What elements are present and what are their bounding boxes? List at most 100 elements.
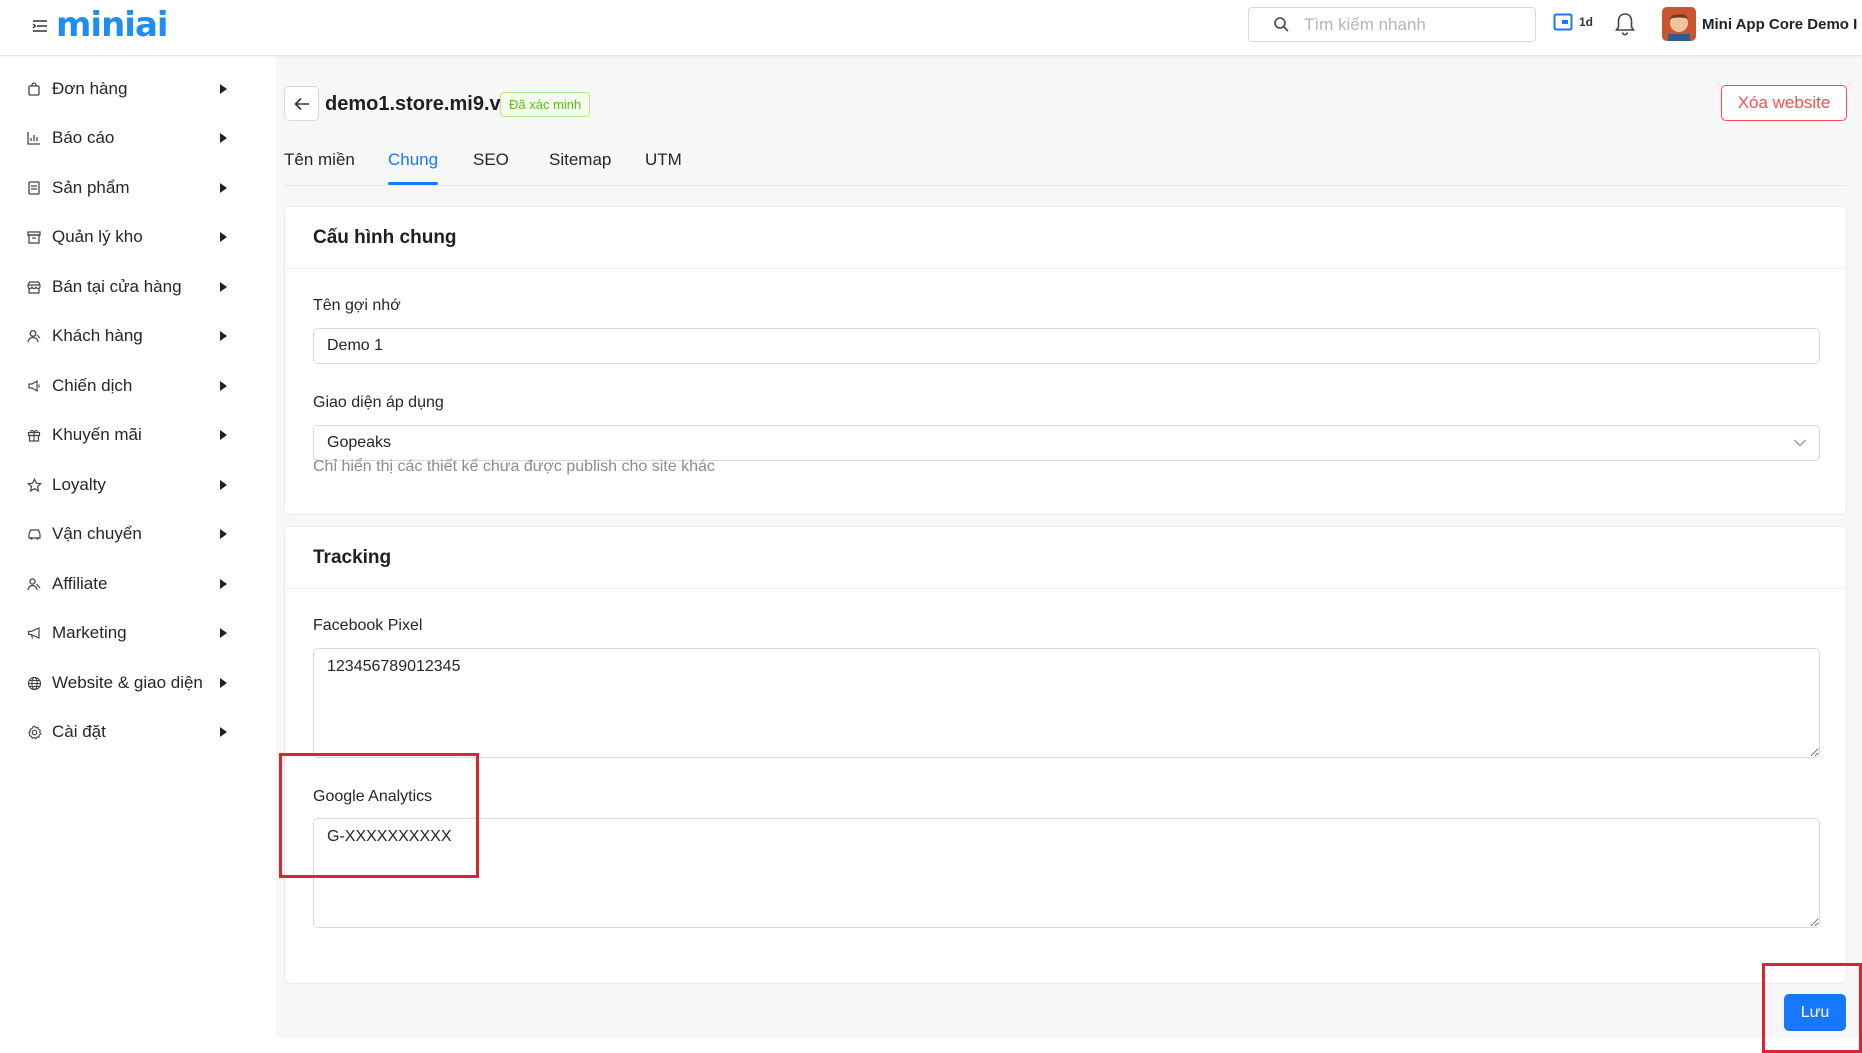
tab-seo[interactable]: SEO [473, 150, 509, 170]
nickname-label: Tên gợi nhớ [313, 297, 401, 314]
bar-chart-icon [26, 130, 42, 146]
users-icon [26, 576, 42, 592]
sidebar-item-label: Marketing [52, 623, 127, 642]
sidebar-item-label: Website & giao diện [52, 673, 203, 692]
back-button[interactable] [284, 86, 319, 121]
save-button[interactable]: Lưu [1784, 994, 1846, 1031]
list-icon [26, 180, 42, 196]
archive-icon [26, 229, 42, 245]
theme-help-text: Chỉ hiển thị các thiết kế chưa được publ… [313, 458, 715, 475]
sidebar-item-campaigns[interactable]: Chiến dịch [0, 363, 276, 409]
sidebar-item-label: Vận chuyển [52, 524, 142, 543]
tab-sitemap[interactable]: Sitemap [549, 150, 611, 170]
menu-toggle-icon[interactable] [30, 16, 50, 36]
caret-right-icon [220, 529, 227, 539]
caret-right-icon [220, 282, 227, 292]
caret-right-icon [220, 430, 227, 440]
sidebar-item-orders[interactable]: Đơn hàng [0, 66, 276, 112]
sidebar-item-inventory[interactable]: Quản lý kho [0, 214, 276, 260]
theme-select-value: Gopeaks [327, 434, 392, 451]
card-title: Tracking [285, 527, 1846, 589]
sidebar-item-label: Đơn hàng [52, 79, 128, 98]
tab-utm[interactable]: UTM [645, 150, 682, 170]
sidebar-item-label: Cài đặt [52, 722, 106, 741]
chevron-down-icon [1794, 439, 1806, 447]
sidebar: Đơn hàng Báo cáo Sản phẩm Quản lý kho Bá… [0, 56, 276, 1053]
google-analytics-textarea[interactable]: G-XXXXXXXXXX [313, 818, 1820, 928]
brand-logo[interactable]: miniai [56, 5, 169, 45]
tracking-card: Tracking Facebook Pixel 123456789012345 … [284, 526, 1847, 984]
main-content: demo1.store.mi9.vn Đã xác minh Xóa websi… [276, 56, 1862, 1038]
sidebar-item-loyalty[interactable]: Loyalty [0, 462, 276, 508]
store-icon [26, 279, 42, 295]
search-input[interactable] [1304, 14, 1524, 35]
active-tab-indicator [388, 182, 438, 185]
caret-right-icon [220, 678, 227, 688]
sidebar-item-label: Khách hàng [52, 326, 143, 345]
arrow-left-icon [293, 97, 309, 110]
sidebar-item-shipping[interactable]: Vận chuyển [0, 511, 276, 557]
sidebar-item-products[interactable]: Sản phẩm [0, 165, 276, 211]
megaphone-icon [26, 378, 42, 394]
sidebar-item-customers[interactable]: Khách hàng [0, 313, 276, 359]
sidebar-item-label: Báo cáo [52, 128, 115, 147]
nickname-input[interactable] [313, 328, 1820, 364]
gear-icon [26, 724, 42, 740]
sidebar-item-marketing[interactable]: Marketing [0, 610, 276, 656]
caret-right-icon [220, 133, 227, 143]
sidebar-item-label: Affiliate [52, 574, 108, 593]
general-config-card: Cấu hình chung Tên gợi nhớ Giao diện áp … [284, 206, 1847, 515]
sidebar-item-settings[interactable]: Cài đặt [0, 709, 276, 755]
globe-icon [26, 675, 42, 691]
bell-icon[interactable] [1613, 11, 1637, 42]
caret-right-icon [220, 480, 227, 490]
shopping-bag-icon [26, 81, 42, 97]
theme-select[interactable]: Gopeaks [313, 425, 1820, 461]
caret-right-icon [220, 183, 227, 193]
sidebar-item-label: Quản lý kho [52, 227, 143, 246]
caret-right-icon [220, 579, 227, 589]
sidebar-item-label: Bán tại cửa hàng [52, 277, 182, 296]
caret-right-icon [220, 84, 227, 94]
theme-label: Giao diện áp dụng [313, 394, 444, 411]
delete-website-button[interactable]: Xóa website [1721, 85, 1847, 121]
sidebar-item-label: Chiến dịch [52, 376, 133, 395]
caret-right-icon [220, 628, 227, 638]
caret-right-icon [220, 727, 227, 737]
sidebar-item-reports[interactable]: Báo cáo [0, 115, 276, 161]
megaphone-icon [26, 625, 42, 641]
gift-icon [26, 427, 42, 443]
tab-general[interactable]: Chung [388, 150, 438, 170]
sidebar-item-label: Sản phẩm [52, 178, 130, 197]
facebook-pixel-label: Facebook Pixel [313, 617, 423, 634]
user-icon [26, 328, 42, 344]
tab-domain[interactable]: Tên miền [284, 150, 355, 170]
sidebar-item-affiliate[interactable]: Affiliate [0, 561, 276, 607]
sidebar-item-label: Loyalty [52, 475, 106, 494]
sidebar-item-pos[interactable]: Bán tại cửa hàng [0, 264, 276, 310]
card-title: Cấu hình chung [285, 207, 1846, 269]
caret-right-icon [220, 331, 227, 341]
search-icon [1274, 17, 1289, 32]
credit-indicator[interactable]: 1d [1553, 13, 1593, 31]
page-title: demo1.store.mi9.vn [325, 93, 513, 115]
top-header: miniai 1d Mini App Core Demo I [0, 0, 1862, 56]
user-name: Mini App Core Demo I [1702, 15, 1858, 33]
car-icon [26, 526, 42, 542]
avatar [1662, 7, 1696, 41]
sidebar-item-promotions[interactable]: Khuyến mãi [0, 412, 276, 458]
wallet-icon [1553, 13, 1573, 31]
user-menu[interactable]: Mini App Core Demo I [1662, 7, 1857, 41]
star-icon [26, 477, 42, 493]
facebook-pixel-textarea[interactable]: 123456789012345 [313, 648, 1820, 758]
status-badge: Đã xác minh [500, 92, 591, 117]
tab-bar: Tên miền Chung SEO Sitemap UTM [284, 138, 1847, 186]
caret-right-icon [220, 232, 227, 242]
sidebar-item-website[interactable]: Website & giao diện [0, 660, 276, 706]
quick-search[interactable] [1248, 7, 1536, 42]
google-analytics-label: Google Analytics [313, 788, 433, 805]
sidebar-item-label: Khuyến mãi [52, 425, 142, 444]
credit-text: 1d [1579, 15, 1594, 29]
brand-logo-text: miniai [56, 5, 169, 45]
caret-right-icon [220, 381, 227, 391]
